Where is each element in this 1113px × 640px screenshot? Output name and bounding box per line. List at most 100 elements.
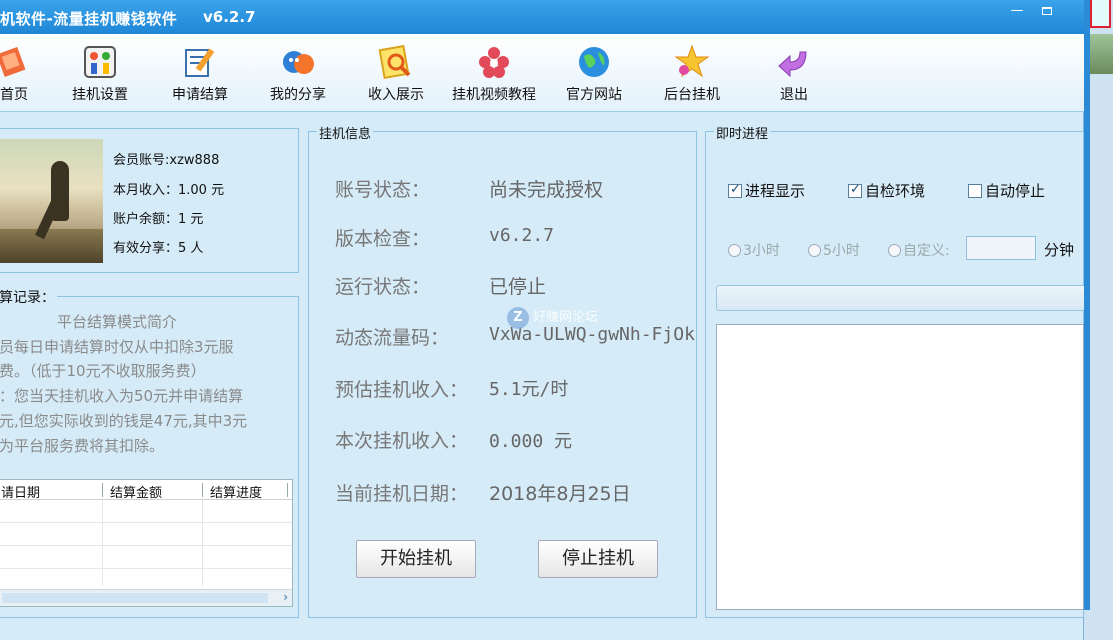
checkbox-label: 自动停止 [985,182,1046,200]
toolbar-apply-settlement-label: 申请结算 [172,87,228,103]
toolbar-home-label: 首页 [0,87,28,103]
maximize-button[interactable] [1036,4,1058,20]
watermark-text: 好赚网论坛 [533,310,599,325]
custom-minutes-input[interactable] [966,236,1036,260]
label-estimated-income: 预估挂机收入： [335,379,469,401]
label-current-date: 当前挂机日期： [335,483,469,505]
value-session-income: 0.000 元 [489,431,573,452]
toolbar-background-run-label: 后台挂机 [664,87,720,103]
horizontal-scrollbar[interactable]: › [0,589,292,606]
watermark-logo-icon: Z [507,306,529,329]
toolbar-home[interactable]: 首页 [0,44,32,104]
stop-hangup-button[interactable]: 停止挂机 [538,540,658,578]
account-balance: 账户余额：1 元 [113,212,204,227]
profile-panel: 会员账号:xzw888 本月收入：1.00 元 账户余额：1 元 有效分享：5 … [0,128,299,273]
label-version-check: 版本检查： [335,228,431,250]
radio-label: 自定义: [903,243,950,259]
settings-icon [84,46,116,78]
checkbox-self-check[interactable]: 自检环境 [848,180,925,201]
scroll-right-icon[interactable]: › [283,590,288,604]
value-account-status: 尚未完成授权 [489,179,604,201]
column-header-progress[interactable]: 结算进度 [210,482,262,501]
toolbar-exit[interactable]: 退出 [776,44,812,104]
toolbar-official-site[interactable]: 官方网站 [566,44,622,104]
radio-5-hours[interactable]: 5小时 [808,240,860,260]
avatar [0,139,103,263]
maximize-icon [1042,7,1052,15]
radio-icon[interactable] [728,244,741,257]
settlement-table[interactable]: 请日期 结算金额 结算进度 › [0,479,293,607]
label-session-income: 本次挂机收入： [335,430,469,452]
radio-custom[interactable]: 自定义: [888,240,950,260]
checkbox-label: 进程显示 [745,182,806,200]
record-intro-line: ：您当天挂机收入为50元并申请结算 [0,387,244,405]
value-current-date: 2018年8月25日 [489,483,631,505]
desktop-background-strip [1084,0,1113,640]
column-header-date[interactable]: 请日期 [1,482,40,501]
realtime-progress-title: 即时进程 [714,123,771,142]
radio-icon[interactable] [808,244,821,257]
radio-3-hours[interactable]: 3小时 [728,240,780,260]
settlement-record-title: 算记录： [0,287,57,307]
toolbar-income[interactable]: 收入展示 [368,44,424,104]
toolbar-settings[interactable]: 挂机设置 [72,44,128,104]
video-tutorial-icon [479,47,509,78]
toolbar-background-run[interactable]: 后台挂机 [664,44,720,104]
toolbar-settings-label: 挂机设置 [72,87,128,103]
toolbar-apply-settlement[interactable]: 申请结算 [172,44,228,104]
desktop-app-thumbnail[interactable] [1090,0,1111,28]
minimize-button[interactable]: — [1006,4,1028,20]
checkbox-auto-stop[interactable]: 自动停止 [968,180,1045,201]
desktop-image-thumbnail[interactable] [1090,34,1113,74]
toolbar-my-share-label: 我的分享 [270,87,326,103]
month-income: 本月收入：1.00 元 [113,183,225,198]
star-icon [674,44,710,78]
table-row[interactable] [0,547,292,569]
toolbar-exit-label: 退出 [780,87,808,103]
checkbox-process-display[interactable]: 进程显示 [728,180,805,201]
column-header-amount[interactable]: 结算金额 [110,482,162,501]
exit-arrow-icon [778,51,807,78]
settlement-table-header: 请日期 结算金额 结算进度 [0,480,292,501]
income-icon [378,44,411,80]
member-account: 会员账号:xzw888 [113,153,220,168]
radio-icon[interactable] [888,244,901,257]
radio-label: 5小时 [823,243,860,259]
share-icon [283,51,314,74]
toolbar-video-tutorial[interactable]: 挂机视频教程 [452,44,536,104]
checkbox-icon[interactable] [968,184,982,198]
checkbox-label: 自检环境 [865,182,926,200]
value-run-status: 已停止 [489,276,547,298]
radio-label: 3小时 [743,243,780,259]
record-intro-line: 为平台服务费将其扣除。 [0,437,165,455]
label-dynamic-code: 动态流量码： [335,327,450,349]
checkbox-icon[interactable] [728,182,742,198]
label-run-status: 运行状态： [335,276,431,298]
toolbar-video-tutorial-label: 挂机视频教程 [452,87,536,103]
valid-shares: 有效分享：5 人 [113,241,204,256]
settlement-record-panel: 算记录： 平台结算模式简介 员每日申请结算时仅从中扣除3元服 费。（低于10元不… [0,287,299,618]
record-intro-line: 费。（低于10元不收取服务费） [0,362,206,380]
window-version: v6.2.7 [203,8,256,26]
toolbar-my-share[interactable]: 我的分享 [270,44,326,104]
value-version-check: v6.2.7 [489,225,555,246]
home-icon [0,46,26,78]
toolbar-income-label: 收入展示 [368,87,424,103]
scrollbar-thumb[interactable] [2,593,268,603]
checkbox-icon[interactable] [848,182,862,198]
table-row[interactable] [0,501,292,523]
table-row[interactable] [0,524,292,546]
process-log-area[interactable] [716,324,1084,610]
main-window: 机软件-流量挂机赚钱软件 v6.2.7 — 首页 挂机设置 申请结算 我的分享 … [0,0,1086,640]
forum-watermark: Z 好赚网论坛 [507,306,598,329]
title-bar: 机软件-流量挂机赚钱软件 v6.2.7 — [0,0,1084,34]
label-account-status: 账号状态： [335,179,431,201]
realtime-progress-panel: 即时进程 进程显示 自检环境 自动停止 3小时 5小时 自定义: 分钟 [705,123,1086,618]
minutes-unit-label: 分钟 [1044,241,1075,259]
record-intro-line: 元,但您实际收到的钱是47元,其中3元 [0,412,248,430]
value-estimated-income: 5.1元/时 [489,379,569,400]
globe-icon [579,47,609,77]
hangup-info-panel: 挂机信息 账号状态： 尚未完成授权 版本检查： v6.2.7 运行状态： 已停止… [308,123,697,618]
start-hangup-button[interactable]: 开始挂机 [356,540,476,578]
window-title: 机软件-流量挂机赚钱软件 [0,10,178,28]
